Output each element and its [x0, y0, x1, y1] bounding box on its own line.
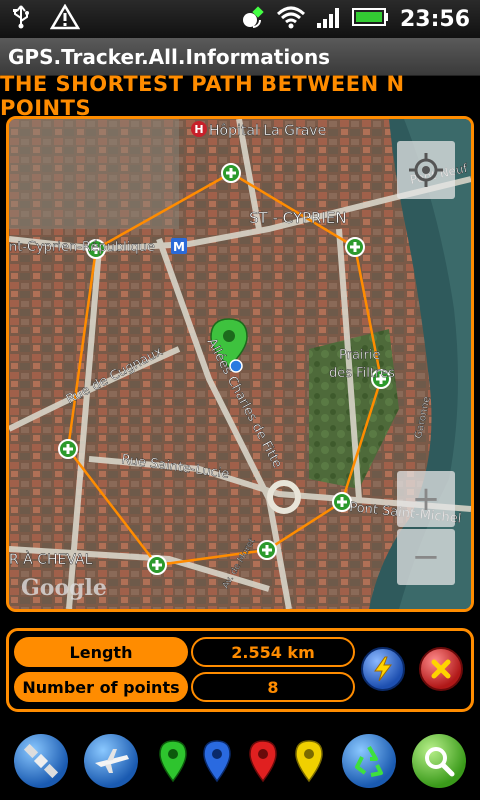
- svg-text:M: M: [173, 240, 185, 254]
- zoom-in-button[interactable]: +: [397, 471, 455, 527]
- clear-button[interactable]: [419, 647, 463, 691]
- points-value: 8: [191, 672, 355, 702]
- waypoint-marker[interactable]: [257, 540, 277, 560]
- map-label-filtres: des Filtres: [329, 366, 395, 381]
- usb-icon: [10, 4, 32, 34]
- airplane-icon: [95, 749, 129, 773]
- map-label-prairie: Prairie: [339, 348, 381, 363]
- bottom-toolbar: [0, 722, 480, 800]
- my-location-button[interactable]: [397, 141, 455, 199]
- gps-satellite-icon: [240, 4, 266, 34]
- close-icon: [431, 659, 451, 679]
- waypoint-marker[interactable]: [147, 555, 167, 575]
- map-view[interactable]: M H Hôpital La Grave ST - CYPRIEN Pont N…: [6, 116, 474, 612]
- satellite-button[interactable]: [14, 734, 68, 788]
- calculate-button[interactable]: [361, 647, 405, 691]
- length-label: Length: [14, 637, 188, 667]
- zoom-out-button[interactable]: −: [397, 529, 455, 585]
- svg-text:H: H: [194, 123, 203, 136]
- map-label-cheval: R À CHEVAL: [9, 551, 93, 568]
- google-logo: Google: [21, 575, 107, 601]
- map-label-hospital: Hôpital La Grave: [209, 123, 326, 139]
- red-pin-icon: [249, 740, 277, 783]
- magnifier-icon: [425, 747, 455, 777]
- waypoint-marker[interactable]: [58, 439, 78, 459]
- recycle-icon: [355, 745, 383, 777]
- status-bar: 23:56: [0, 0, 480, 38]
- metro-icon: M: [171, 238, 187, 254]
- waypoint-marker[interactable]: [221, 163, 241, 183]
- yellow-pin-icon: [295, 740, 323, 783]
- map-label-republique: nt-Cyprien-République: [9, 240, 155, 255]
- hospital-icon: H: [191, 121, 207, 137]
- yellow-pin-button[interactable]: [282, 734, 336, 788]
- wifi-icon: [276, 5, 306, 33]
- battery-icon: [351, 6, 390, 32]
- map-label-st-cyprien: ST - CYPRIEN: [249, 209, 347, 227]
- lightning-icon: [374, 656, 392, 682]
- app-title: GPS.Tracker.All.Informations: [8, 44, 331, 69]
- zoom-out-label: −: [411, 537, 441, 577]
- recycle-button[interactable]: [342, 734, 396, 788]
- waypoint-marker[interactable]: [345, 237, 365, 257]
- length-value: 2.554 km: [191, 637, 355, 667]
- airplane-button[interactable]: [84, 734, 138, 788]
- warning-icon: [49, 3, 81, 34]
- search-button[interactable]: [412, 734, 466, 788]
- signal-bars-icon: [316, 5, 342, 33]
- zoom-in-label: +: [411, 479, 441, 519]
- satellite-icon: [23, 743, 59, 779]
- points-label: Number of points: [14, 672, 188, 702]
- clock: 23:56: [399, 6, 470, 32]
- blue-pin-icon: [203, 740, 231, 783]
- app-title-bar: GPS.Tracker.All.Informations: [0, 38, 480, 76]
- route-info-panel: Length 2.554 km Number of points 8: [6, 628, 474, 712]
- crosshair-icon: [409, 153, 443, 187]
- green-pin-icon: [159, 740, 187, 783]
- page-headline: THE SHORTEST PATH BETWEEN N POINTS: [0, 72, 405, 120]
